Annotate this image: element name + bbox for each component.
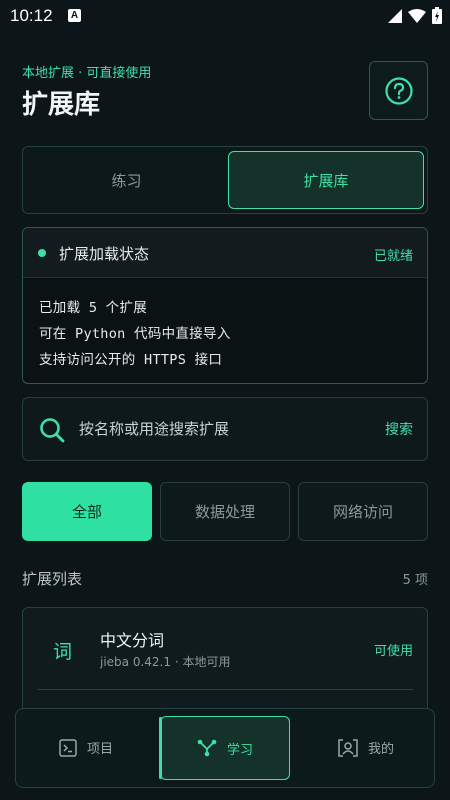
status-dot-icon — [38, 249, 46, 257]
nav-label-profile: 我的 — [367, 742, 394, 757]
search-button[interactable]: 搜索 — [385, 419, 413, 439]
status-line-import: 可在 Python 代码中直接导入 — [39, 326, 231, 342]
active-indicator — [159, 717, 162, 779]
status-line-https: 支持访问公开的 HTTPS 接口 — [39, 352, 223, 368]
extension-list-title: 扩展列表 — [22, 570, 83, 588]
nav-item-projects[interactable]: 项目 — [16, 709, 156, 786]
status-ready-badge: 已就绪 — [373, 249, 413, 264]
search-icon — [40, 418, 65, 443]
nav-label-projects: 项目 — [86, 742, 113, 757]
signal-icon — [388, 8, 402, 23]
nav-item-learn[interactable]: 学习 — [159, 716, 290, 780]
search-input[interactable] — [79, 418, 359, 440]
status-card-header: 扩展加载状态 已就绪 — [23, 228, 427, 278]
page-title: 扩展库 — [22, 90, 101, 120]
bottom-nav: 项目 学习 我的 — [15, 708, 435, 788]
search-bar: 搜索 — [22, 397, 428, 461]
tab-switcher: 练习 扩展库 — [22, 146, 428, 214]
branch-icon — [197, 739, 217, 757]
tab-practice[interactable]: 练习 — [27, 151, 226, 209]
extension-status: 可使用 — [373, 644, 413, 659]
page-subtitle: 本地扩展 · 可直接使用 — [22, 66, 152, 81]
extension-icon: 词 — [53, 641, 73, 663]
status-card-title: 扩展加载状态 — [59, 245, 150, 263]
profile-icon — [338, 738, 358, 757]
divider — [37, 689, 413, 690]
battery-icon — [432, 7, 442, 24]
terminal-icon — [59, 738, 77, 757]
extension-count: 5 项 — [402, 573, 428, 588]
notification-badge-icon: A — [68, 9, 81, 22]
extension-meta: jieba 0.42.1 · 本地可用 — [100, 655, 231, 669]
nav-label-learn: 学习 — [226, 742, 253, 758]
wifi-icon — [408, 8, 426, 23]
tab-extension-library[interactable]: 扩展库 — [228, 151, 424, 209]
extension-name: 中文分词 — [100, 631, 165, 650]
status-time: 10:12 — [10, 6, 53, 25]
question-circle-icon — [384, 76, 413, 105]
filter-network-access[interactable]: 网络访问 — [298, 482, 428, 541]
status-line-loaded: 已加载 5 个扩展 — [39, 300, 148, 316]
nav-item-profile[interactable]: 我的 — [296, 709, 436, 786]
extension-status-card: 扩展加载状态 已就绪 已加载 5 个扩展 可在 Python 代码中直接导入 支… — [22, 227, 428, 384]
help-button[interactable] — [369, 61, 428, 120]
system-icons — [388, 7, 442, 24]
filter-data-processing[interactable]: 数据处理 — [160, 482, 290, 541]
filter-all[interactable]: 全部 — [22, 482, 152, 541]
status-bar: 10:12 A — [0, 0, 450, 32]
